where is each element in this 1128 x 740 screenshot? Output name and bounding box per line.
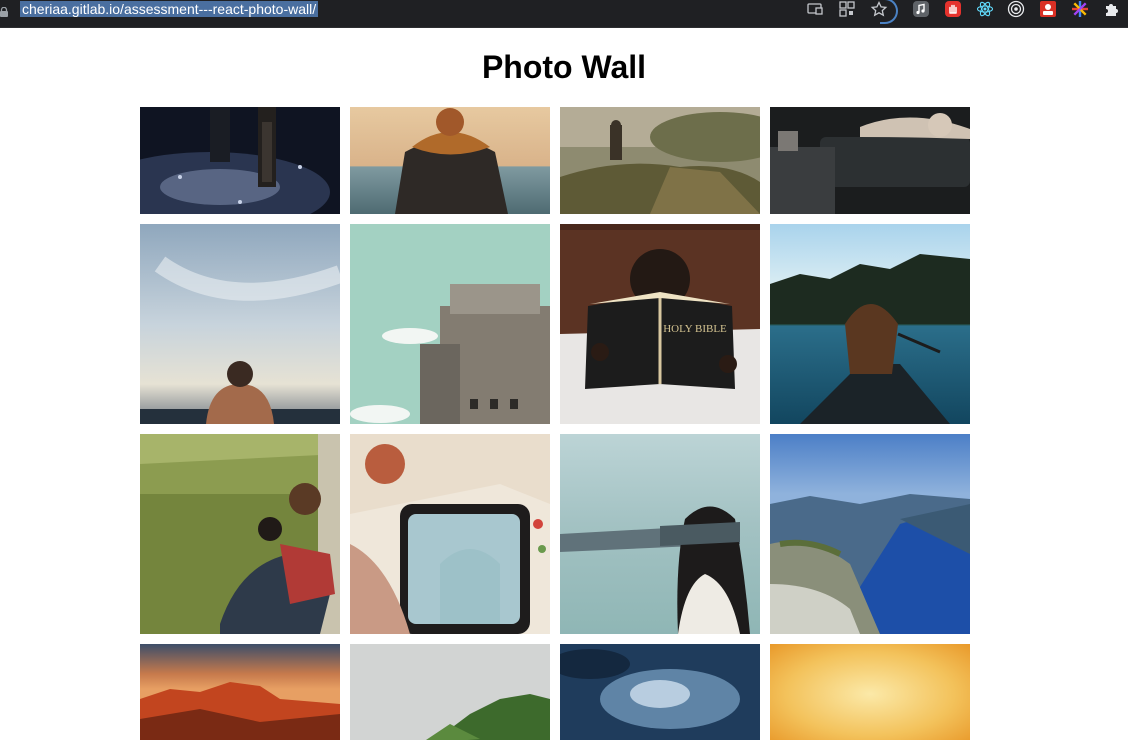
photo-couple-in-grass[interactable] <box>140 434 340 634</box>
cast-icon[interactable] <box>806 1 824 17</box>
puzzle-extensions-icon[interactable] <box>1103 0 1121 18</box>
photo-red-mountain-sunset[interactable] <box>140 644 340 740</box>
bible-cover-text: HOLY BIBLE <box>663 323 727 335</box>
photo-blindfolded-woman-sea[interactable] <box>560 434 760 634</box>
browser-toolbar: cheriaa.gitlab.io/assessment---react-pho… <box>0 0 1128 28</box>
photo-woman-resting-couch[interactable] <box>770 107 970 214</box>
react-devtools-icon[interactable] <box>976 0 994 18</box>
photo-green-hills-fog[interactable] <box>350 644 550 740</box>
url-text[interactable]: cheriaa.gitlab.io/assessment---react-pho… <box>20 1 319 17</box>
address-bar-edge <box>880 0 898 24</box>
page-title: Photo Wall <box>481 49 647 85</box>
photo-jacket-person-sea[interactable] <box>350 107 550 214</box>
target-extension-icon[interactable] <box>1007 0 1025 18</box>
photo-couple-in-van[interactable] <box>350 434 550 634</box>
photo-stormy-blue-sky[interactable] <box>560 644 760 740</box>
hand-extension-icon[interactable] <box>944 0 962 18</box>
photo-child-reading-bible[interactable]: HOLY BIBLE <box>560 224 760 424</box>
address-bar[interactable]: cheriaa.gitlab.io/assessment---react-pho… <box>0 0 896 20</box>
photo-man-looking-at-sky[interactable] <box>140 224 340 424</box>
photo-concrete-bunker[interactable] <box>350 224 550 424</box>
qr-code-icon[interactable] <box>838 1 856 17</box>
red-extension-icon[interactable] <box>1039 0 1057 18</box>
photo-woman-in-canoe-lake[interactable] <box>770 224 970 424</box>
photo-golden-haze[interactable] <box>770 644 970 740</box>
photo-wet-path-legs[interactable] <box>140 107 340 214</box>
music-extension-icon[interactable] <box>912 0 930 18</box>
star-burst-extension-icon[interactable] <box>1071 0 1089 18</box>
lock-icon[interactable] <box>0 4 8 17</box>
photo-person-on-cliff-fog[interactable] <box>560 107 760 214</box>
photo-fjord-cliff[interactable] <box>770 434 970 634</box>
photo-grid: HOLY BIBLE <box>140 107 970 740</box>
